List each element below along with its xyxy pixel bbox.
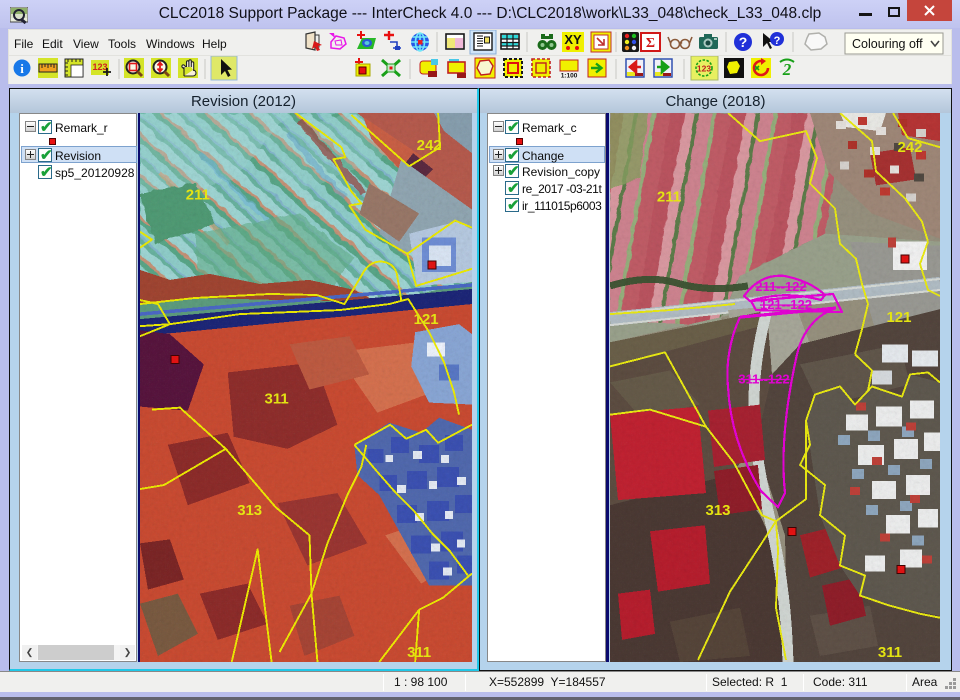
svg-text:?: ?: [739, 34, 748, 50]
svg-text:123: 123: [697, 64, 711, 74]
svg-text:Colouring off: Colouring off: [852, 37, 923, 51]
svg-text:?: ?: [774, 35, 781, 47]
svg-text:XY: XY: [564, 32, 582, 47]
svg-text:i: i: [20, 61, 24, 76]
svg-text:2: 2: [782, 60, 792, 79]
svg-text:123: 123: [92, 62, 107, 72]
svg-text:1:100: 1:100: [561, 73, 578, 80]
svg-text:Σ: Σ: [646, 36, 655, 51]
